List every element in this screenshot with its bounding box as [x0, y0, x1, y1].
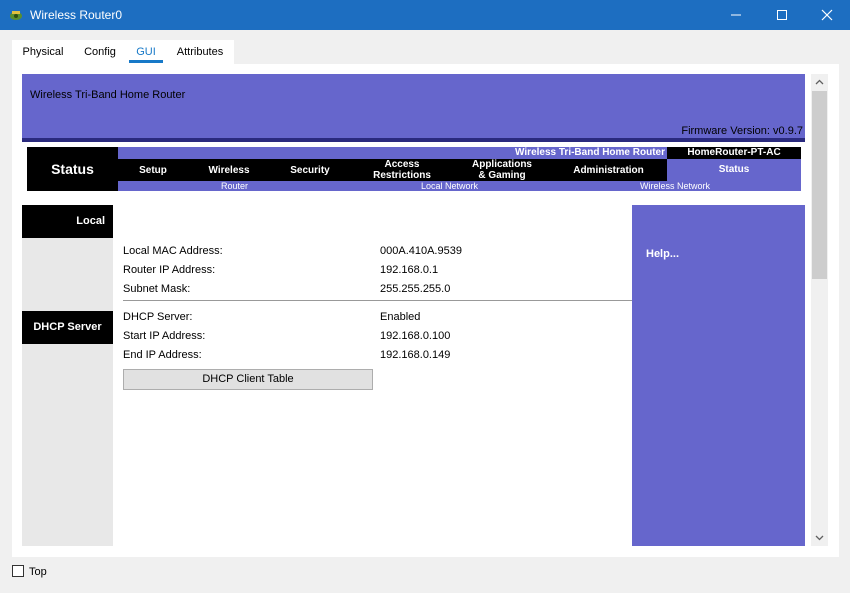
status-subtabs: Router Local Network Wireless Network	[118, 181, 801, 191]
nav-access-restrictions[interactable]: Access Restrictions	[350, 159, 454, 181]
scroll-thumb[interactable]	[812, 91, 827, 279]
current-section-title: Status	[27, 147, 118, 191]
section-sidebar: Local DHCP Server	[22, 205, 113, 546]
maximize-button[interactable]	[759, 0, 805, 30]
help-panel: Help...	[632, 205, 805, 546]
field-label: DHCP Server:	[123, 311, 193, 323]
dhcp-client-table-button[interactable]: DHCP Client Table	[123, 369, 373, 390]
field-label: Start IP Address:	[123, 330, 206, 342]
field-label: Subnet Mask:	[123, 283, 191, 295]
field-label: Local MAC Address:	[123, 245, 223, 257]
chevron-down-icon	[815, 535, 824, 541]
router-name: Wireless Tri-Band Home Router	[30, 89, 186, 101]
local-mac-value: 000A.410A.9539	[380, 245, 462, 257]
nav-security[interactable]: Security	[270, 159, 350, 181]
nav-wireless[interactable]: Wireless	[188, 159, 270, 181]
minimize-button[interactable]	[713, 0, 759, 30]
firmware-version: Firmware Version: v0.9.7	[681, 125, 803, 137]
nav-administration[interactable]: Administration	[550, 159, 667, 181]
chevron-up-icon	[815, 79, 824, 85]
field-label: Router IP Address:	[123, 264, 216, 276]
nav-applications-gaming[interactable]: Applications & Gaming	[454, 159, 550, 181]
router-nav: Status Wireless Tri-Band Home Router Hom…	[22, 142, 805, 196]
start-ip-value: 192.168.0.100	[380, 330, 451, 342]
window-title: Wireless Router0	[30, 8, 123, 22]
subtab-wireless-network[interactable]: Wireless Network	[640, 181, 710, 191]
top-checkbox[interactable]	[12, 565, 24, 577]
tab-attributes[interactable]: Attributes	[170, 40, 230, 64]
router-app-icon	[10, 11, 22, 20]
tab-physical[interactable]: Physical	[14, 40, 72, 64]
tab-config[interactable]: Config	[76, 40, 124, 64]
dhcp-server-value: Enabled	[380, 311, 421, 323]
router-web-page: Wireless Tri-Band Home Router Firmware V…	[22, 74, 805, 546]
title-bar: Wireless Router0	[0, 0, 850, 30]
router-header: Wireless Tri-Band Home Router Firmware V…	[22, 74, 805, 138]
nav-menu: Setup Wireless Security Access Restricti…	[118, 159, 667, 181]
router-ip-value: 192.168.0.1	[380, 264, 439, 276]
vertical-scrollbar[interactable]	[811, 74, 828, 546]
section-local: Local	[22, 205, 113, 238]
subnet-mask-value: 255.255.255.0	[380, 283, 451, 295]
minimize-icon	[731, 14, 741, 16]
scroll-up-button[interactable]	[811, 74, 828, 91]
subtab-local-network[interactable]: Local Network	[421, 181, 478, 191]
maximize-icon	[777, 10, 787, 20]
scroll-down-button[interactable]	[811, 529, 828, 546]
end-ip-value: 192.168.0.149	[380, 349, 451, 361]
section-divider	[123, 300, 632, 301]
router-model: HomeRouter-PT-AC	[667, 147, 801, 159]
section-dhcp-server: DHCP Server	[22, 311, 113, 344]
nav-setup[interactable]: Setup	[118, 159, 188, 181]
close-icon	[821, 9, 833, 21]
top-checkbox-label: Top	[29, 566, 47, 578]
tab-gui[interactable]: GUI	[126, 40, 166, 64]
field-label: End IP Address:	[123, 349, 202, 361]
close-button[interactable]	[804, 0, 850, 30]
help-link[interactable]: Help...	[646, 248, 679, 260]
nav-status[interactable]: Status	[667, 159, 801, 181]
nav-product-label: Wireless Tri-Band Home Router	[118, 147, 667, 159]
subtab-router[interactable]: Router	[221, 181, 248, 191]
